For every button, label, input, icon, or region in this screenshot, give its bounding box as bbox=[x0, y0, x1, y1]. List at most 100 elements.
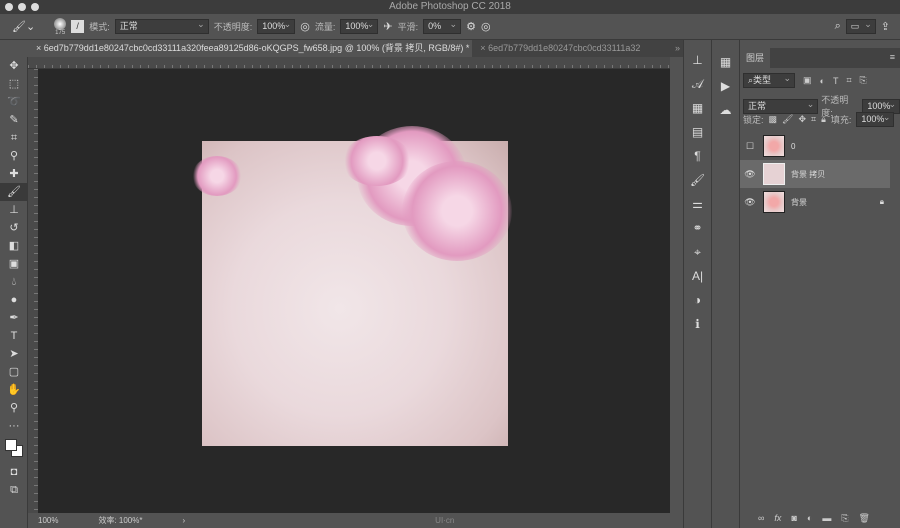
notes-icon[interactable]: ▤ bbox=[684, 120, 711, 144]
history-brush-icon[interactable]: ↺ bbox=[0, 219, 28, 237]
character-icon[interactable]: A| bbox=[684, 264, 711, 288]
filter-smart-icon[interactable]: ⎘ bbox=[860, 75, 867, 86]
zoom-tool-icon[interactable]: ⚲ bbox=[0, 399, 28, 417]
channels-icon[interactable]: ⚭ bbox=[684, 216, 711, 240]
grid-icon[interactable]: ▦ bbox=[712, 50, 739, 74]
dodge-tool-icon[interactable]: ● bbox=[0, 291, 28, 309]
fx-icon[interactable]: fx bbox=[774, 513, 781, 524]
pressure-opacity-icon[interactable]: ◎ bbox=[300, 20, 310, 33]
tab-document-1[interactable]: × 6ed7b779dd1e80247cbc0cd33111a320feea89… bbox=[28, 40, 473, 57]
efficiency-readout: 效率: 100%* bbox=[98, 516, 143, 525]
filter-type-icon[interactable]: T bbox=[833, 76, 839, 86]
eyedropper-tool-icon[interactable]: ⚲ bbox=[0, 147, 28, 165]
brush-settings-icon[interactable]: 🖌︎ bbox=[684, 168, 711, 192]
close-window-button[interactable] bbox=[5, 3, 13, 11]
paragraph-icon[interactable]: ¶ bbox=[684, 144, 711, 168]
quick-select-tool-icon[interactable]: ✎ bbox=[0, 111, 28, 129]
lock-artboard-icon[interactable]: ⌗ bbox=[811, 114, 816, 125]
group-folder-icon[interactable]: ▬ bbox=[822, 513, 831, 524]
filter-shape-icon[interactable]: ⌗ bbox=[846, 75, 851, 86]
crop-tool-icon[interactable]: ⌗ bbox=[0, 129, 28, 147]
eye-icon[interactable]: 👁︎ bbox=[740, 197, 760, 208]
search-icon[interactable]: ⌕ bbox=[835, 20, 841, 33]
screen-mode-icon[interactable]: ⧉ bbox=[0, 481, 28, 499]
adjustment-layer-icon[interactable]: ◐ bbox=[807, 513, 812, 524]
type-tool-icon[interactable]: T bbox=[0, 327, 28, 345]
minimize-window-button[interactable] bbox=[18, 3, 26, 11]
fill-input[interactable]: 100% bbox=[856, 111, 895, 127]
layer-row[interactable]: ☐ 0 bbox=[740, 132, 890, 160]
more-tools-icon[interactable]: ··· bbox=[0, 417, 28, 435]
tab-document-2[interactable]: × 6ed7b779dd1e80247cbc0cd33111a32 bbox=[472, 40, 667, 57]
marquee-tool-icon[interactable]: ⬚ bbox=[0, 75, 28, 93]
quick-mask-icon[interactable]: ◘ bbox=[0, 463, 28, 481]
zoom-level[interactable]: 100% bbox=[38, 516, 58, 525]
lock-pixels-icon[interactable]: 🖌︎ bbox=[782, 114, 793, 125]
brush-tool-icon[interactable]: 🖌︎⌄ bbox=[12, 20, 35, 33]
lock-position-icon[interactable]: ✥ bbox=[798, 114, 806, 125]
document-tabs: × 6ed7b779dd1e80247cbc0cd33111a320feea89… bbox=[28, 40, 683, 57]
opacity-input[interactable]: 100% bbox=[257, 18, 296, 34]
more-tabs-icon[interactable]: » bbox=[667, 40, 683, 57]
brush-settings-icon[interactable]: / bbox=[71, 20, 85, 33]
share-icon[interactable]: ⇪ bbox=[881, 20, 890, 33]
libraries-icon[interactable]: ☁ bbox=[712, 98, 739, 122]
smoothing-input[interactable]: 0% bbox=[423, 18, 462, 34]
filter-pixel-icon[interactable]: ▣ bbox=[803, 75, 812, 86]
gradient-tool-icon[interactable]: ▣ bbox=[0, 255, 28, 273]
brush-preset-picker[interactable]: 175 bbox=[54, 17, 67, 36]
layer-name: 背景 拷贝 bbox=[791, 169, 826, 179]
opacity-label: 不透明度: bbox=[213, 22, 253, 32]
filter-adjustment-icon[interactable]: ◐ bbox=[820, 76, 825, 86]
clone-source-icon[interactable]: ⊥ bbox=[684, 48, 711, 72]
move-tool-icon[interactable]: ✥ bbox=[0, 57, 28, 75]
shape-tool-icon[interactable]: ▢ bbox=[0, 363, 28, 381]
healing-tool-icon[interactable]: ✚ bbox=[0, 165, 28, 183]
new-layer-icon[interactable]: ⎘ bbox=[841, 513, 848, 524]
gear-icon[interactable]: ⚙ bbox=[466, 20, 476, 33]
foreground-color[interactable] bbox=[5, 439, 17, 451]
paths-icon[interactable]: ⌖ bbox=[684, 240, 711, 264]
character-styles-icon[interactable]: 𝒜 bbox=[684, 72, 711, 96]
stamp-tool-icon[interactable]: ⊥ bbox=[0, 201, 28, 219]
link-layers-icon[interactable]: ∞ bbox=[758, 513, 764, 524]
eye-icon[interactable]: 👁︎ bbox=[740, 169, 760, 180]
fill-label: 填充: bbox=[830, 115, 852, 125]
pen-tool-icon[interactable]: ✒ bbox=[0, 309, 28, 327]
filter-kind-select[interactable]: ⌕类型 bbox=[743, 72, 795, 88]
pressure-size-icon[interactable]: ◎ bbox=[481, 20, 491, 33]
visibility-toggle-off[interactable]: ☐ bbox=[740, 141, 760, 152]
trash-icon[interactable]: 🗑︎ bbox=[859, 513, 870, 524]
layer-thumbnail bbox=[763, 163, 785, 185]
status-menu-arrow[interactable]: › bbox=[183, 516, 186, 525]
maximize-window-button[interactable] bbox=[31, 3, 39, 11]
panel-menu-icon[interactable]: ≡ bbox=[890, 52, 895, 62]
info-icon[interactable]: ℹ bbox=[684, 312, 711, 336]
color-swatches[interactable] bbox=[0, 435, 28, 463]
color-icon[interactable]: ◑ bbox=[684, 288, 711, 312]
hand-tool-icon[interactable]: ✋ bbox=[0, 381, 28, 399]
airbrush-icon[interactable]: ✈︎ bbox=[383, 20, 392, 33]
options-bar: 🖌︎⌄ 175 / 模式: 正常 不透明度: 100% ◎ 流量: 100% ✈… bbox=[0, 14, 900, 40]
lock-all-icon[interactable]: 🔒︎ bbox=[821, 114, 826, 125]
workspace-icon[interactable]: ▭ bbox=[845, 18, 876, 34]
layer-row-selected[interactable]: 👁︎ 背景 拷贝 bbox=[740, 160, 890, 188]
document-image[interactable] bbox=[192, 126, 512, 446]
actions-play-icon[interactable]: ▶ bbox=[712, 74, 739, 98]
mode-select[interactable]: 正常 bbox=[114, 18, 209, 34]
blur-tool-icon[interactable]: 💧︎ bbox=[0, 273, 28, 291]
lasso-tool-icon[interactable]: ➰ bbox=[0, 93, 28, 111]
flow-input[interactable]: 100% bbox=[340, 18, 379, 34]
layer-row[interactable]: 👁︎ 背景 🔒︎ bbox=[740, 188, 890, 216]
brush-size: 175 bbox=[55, 29, 66, 36]
eraser-tool-icon[interactable]: ◧ bbox=[0, 237, 28, 255]
path-select-tool-icon[interactable]: ➤ bbox=[0, 345, 28, 363]
add-mask-icon[interactable]: ◙ bbox=[791, 513, 796, 524]
filter-label: 类型 bbox=[753, 75, 772, 85]
brush-tool-icon[interactable]: 🖌︎ bbox=[0, 183, 28, 201]
tab-layers[interactable]: 图层 bbox=[740, 48, 770, 68]
brush-tip-icon bbox=[54, 17, 67, 30]
adjustments-icon[interactable]: ⚌ bbox=[684, 192, 711, 216]
lock-transparent-icon[interactable]: ▩ bbox=[769, 114, 778, 125]
properties-icon[interactable]: ▦ bbox=[684, 96, 711, 120]
